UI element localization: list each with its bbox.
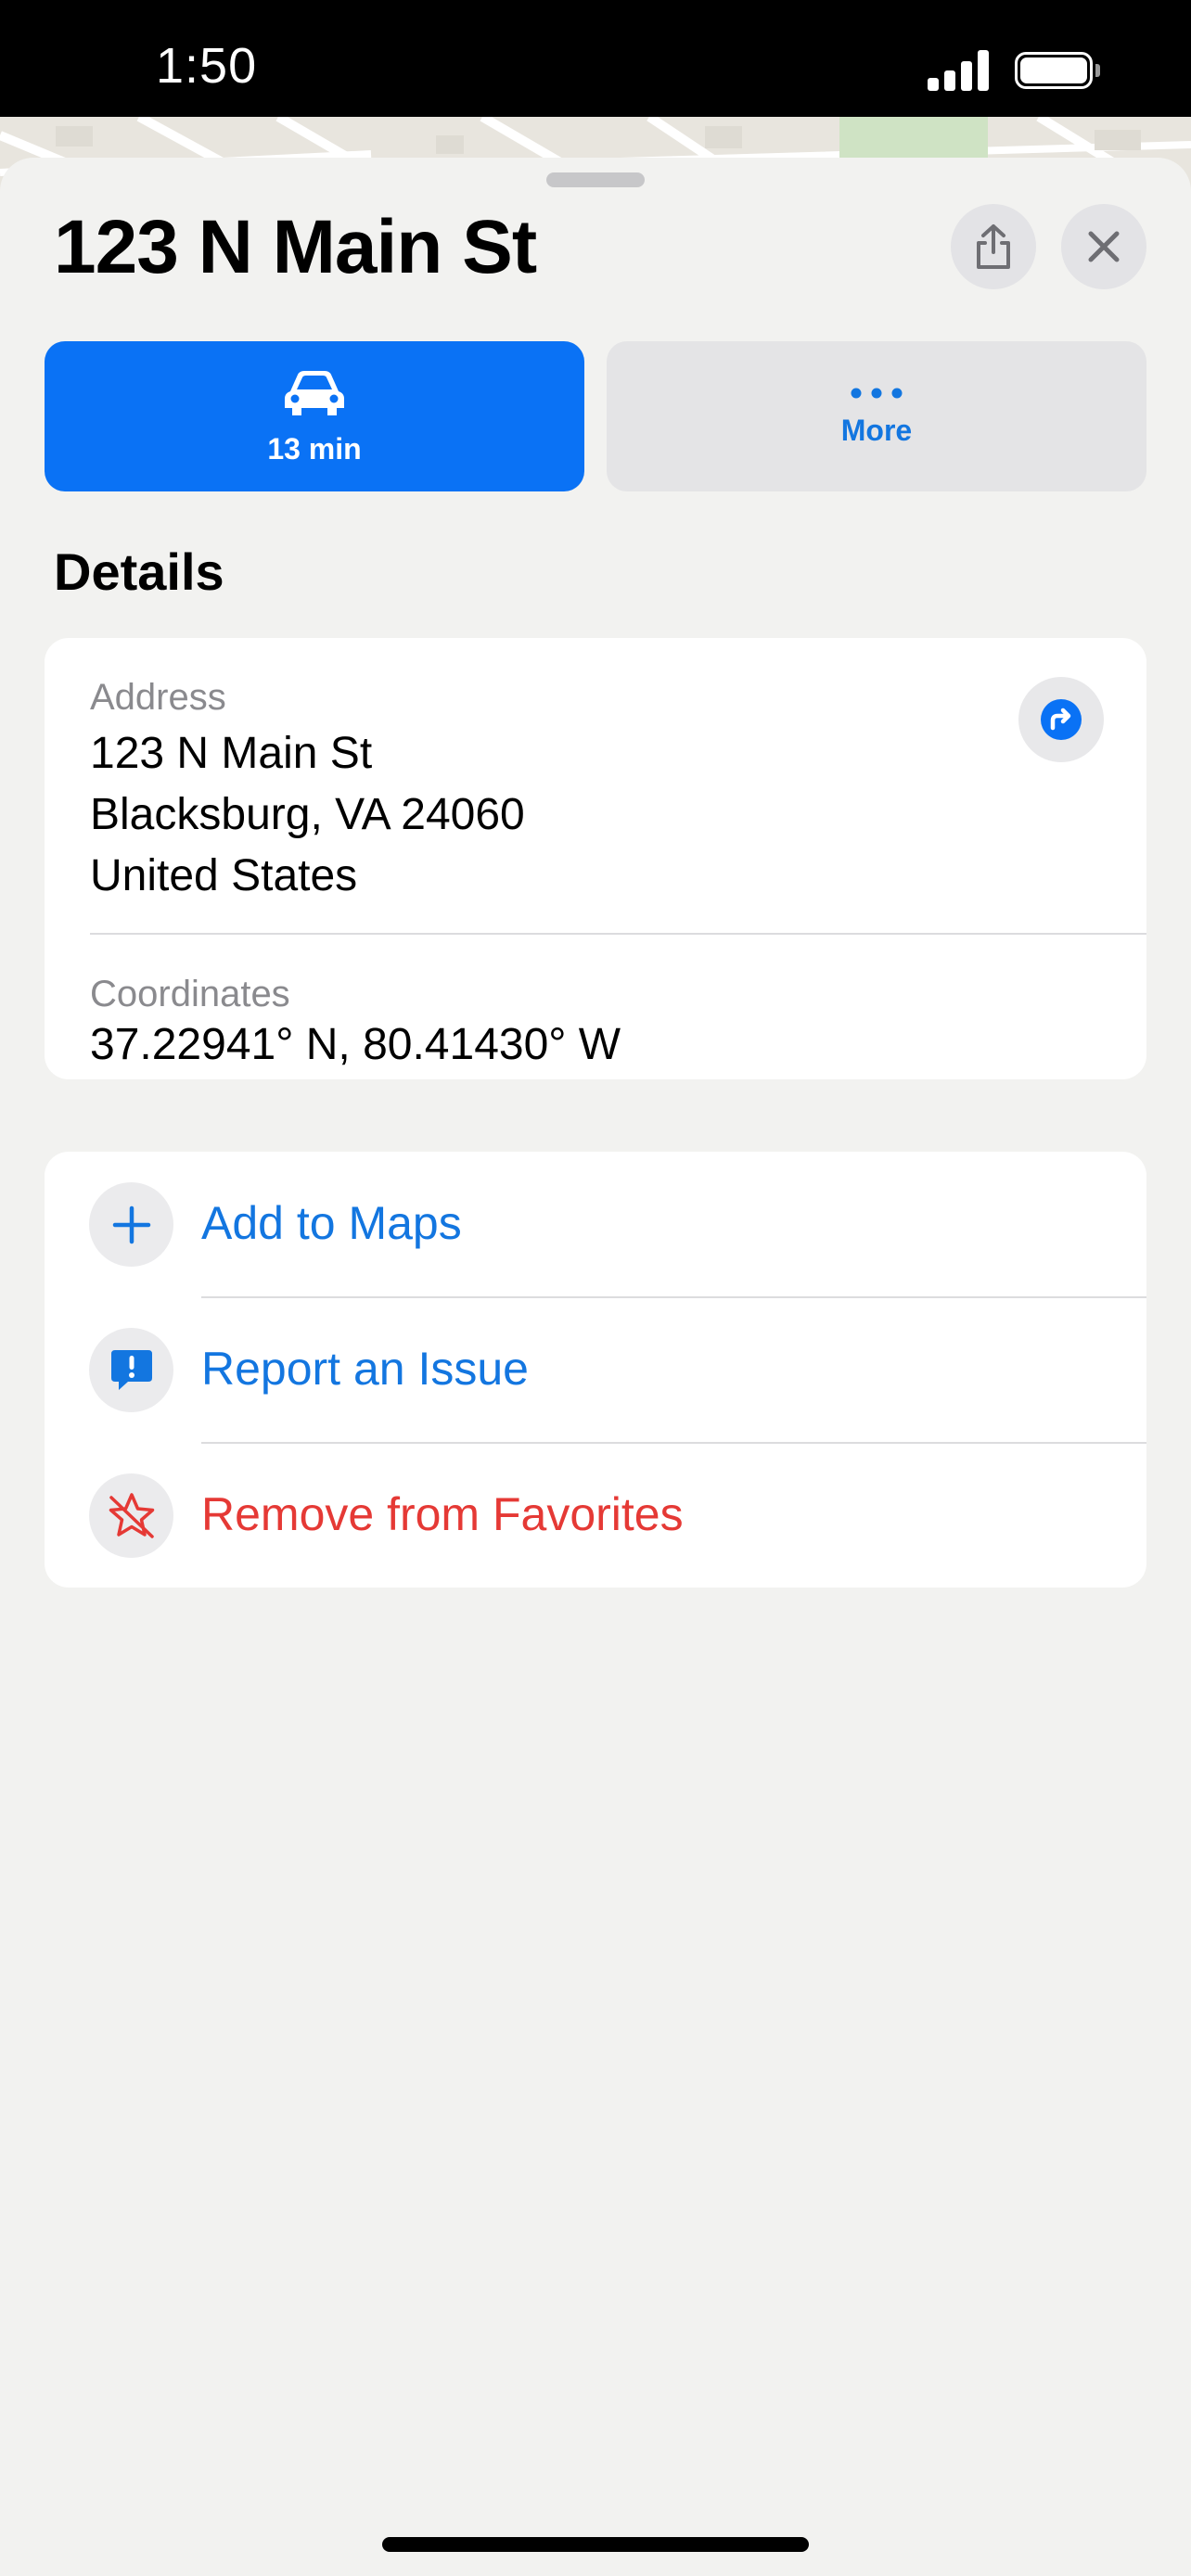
place-card-sheet: 123 N Main St 13 min More Details Addres… bbox=[0, 158, 1191, 2576]
drive-time-label: 13 min bbox=[267, 431, 362, 465]
close-icon bbox=[1088, 231, 1120, 262]
home-indicator[interactable] bbox=[382, 2537, 809, 2552]
address-line-1[interactable]: 123 N Main St bbox=[90, 723, 372, 784]
close-button[interactable] bbox=[1061, 204, 1146, 289]
add-to-maps-label: Add to Maps bbox=[201, 1197, 462, 1249]
remove-favorites-label: Remove from Favorites bbox=[201, 1488, 684, 1540]
place-title: 123 N Main St bbox=[54, 205, 537, 289]
coordinates-value[interactable]: 37.22941° N, 80.41430° W bbox=[90, 1014, 621, 1076]
report-issue-label: Report an Issue bbox=[201, 1343, 529, 1395]
place-actions-list: Add to Maps Report an Issue Remove from … bbox=[45, 1152, 1146, 1588]
plus-icon bbox=[89, 1182, 173, 1267]
details-heading: Details bbox=[54, 542, 224, 601]
report-bubble-icon bbox=[89, 1328, 173, 1412]
report-issue-row[interactable]: Report an Issue bbox=[45, 1297, 1146, 1443]
star-slash-icon bbox=[89, 1473, 173, 1558]
ellipsis-icon bbox=[851, 388, 903, 398]
details-divider bbox=[90, 933, 1146, 935]
address-line-2[interactable]: Blacksburg, VA 24060 bbox=[90, 784, 525, 846]
more-label: More bbox=[840, 413, 913, 447]
sheet-grabber[interactable] bbox=[546, 172, 645, 187]
share-icon bbox=[977, 224, 1010, 269]
drive-directions-button[interactable]: 13 min bbox=[45, 341, 584, 491]
more-button[interactable]: More bbox=[607, 341, 1146, 491]
address-label: Address bbox=[90, 677, 226, 718]
cellular-signal-icon bbox=[928, 50, 991, 91]
details-card: Address 123 N Main St Blacksburg, VA 240… bbox=[45, 638, 1146, 1079]
status-bar: 1:50 bbox=[0, 0, 1191, 117]
address-line-3[interactable]: United States bbox=[90, 846, 357, 907]
coordinates-label: Coordinates bbox=[90, 974, 290, 1014]
remove-favorites-row[interactable]: Remove from Favorites bbox=[45, 1443, 1146, 1588]
car-icon bbox=[285, 370, 344, 415]
share-button[interactable] bbox=[951, 204, 1036, 289]
status-time: 1:50 bbox=[156, 38, 258, 94]
add-to-maps-row[interactable]: Add to Maps bbox=[45, 1152, 1146, 1297]
directions-icon bbox=[1041, 699, 1082, 740]
address-directions-button[interactable] bbox=[1018, 677, 1104, 762]
battery-icon bbox=[1015, 52, 1100, 91]
